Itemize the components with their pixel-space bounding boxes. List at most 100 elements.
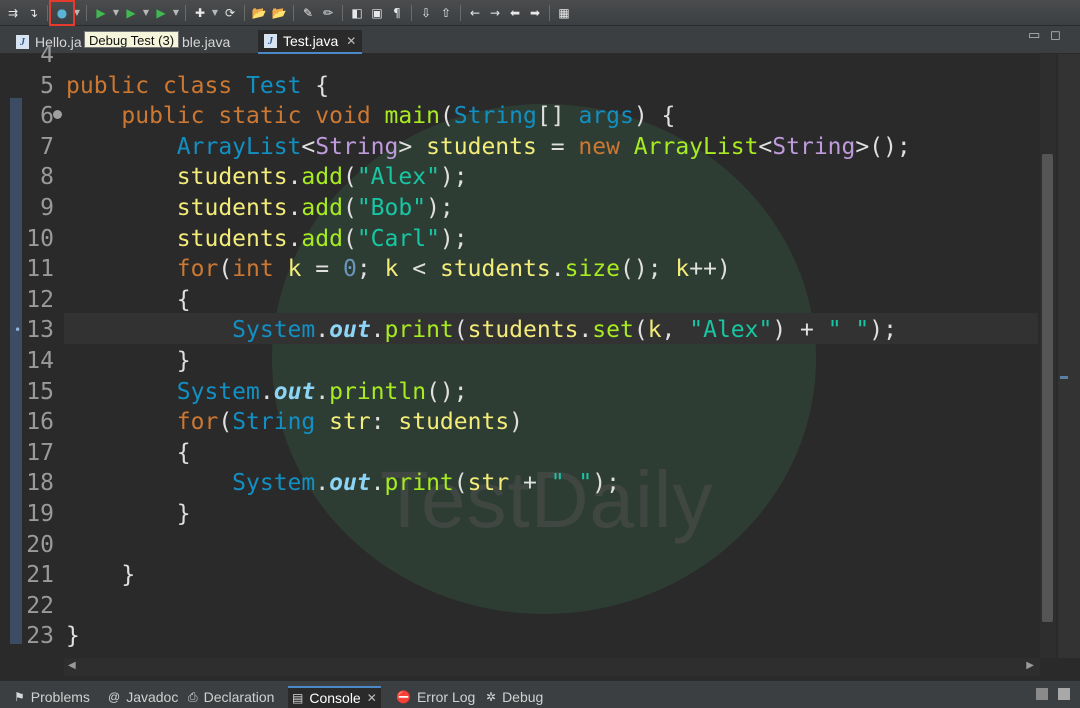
scrollbar-thumb[interactable]	[1042, 154, 1053, 622]
fold-icon[interactable]	[53, 110, 62, 120]
overview-ruler[interactable]	[1058, 54, 1080, 658]
code-text: public class Test {	[66, 71, 329, 101]
code-line[interactable]: 18 System.out.print(str + " ");	[0, 468, 1040, 498]
chevron-down-icon[interactable]: ▼	[142, 4, 150, 22]
declaration-icon: ⎙	[188, 689, 198, 704]
code-token: String	[232, 409, 316, 436]
code-token: students	[176, 164, 288, 191]
code-token: add	[301, 225, 343, 252]
vertical-scrollbar[interactable]	[1040, 54, 1056, 658]
code-line[interactable]: 22	[0, 591, 1040, 621]
coverage-icon[interactable]: ▶	[122, 4, 140, 22]
tab-debug[interactable]: ✲ Debug	[486, 686, 543, 708]
toggle-mark-icon[interactable]: ◧	[348, 4, 366, 22]
code-line[interactable]: 8 students.add("Alex");	[0, 162, 1040, 192]
show-whitespace-icon[interactable]: ¶	[388, 4, 406, 22]
code-line[interactable]: 12 {	[0, 285, 1040, 315]
step-icon[interactable]: ↴	[24, 4, 42, 22]
code-line[interactable]: 4	[0, 40, 1040, 70]
scroll-left-icon[interactable]: ◀	[68, 660, 76, 671]
scroll-right-icon[interactable]: ▶	[1026, 660, 1034, 671]
prev-annotation-icon[interactable]: ⇧	[437, 4, 455, 22]
forward-icon[interactable]: →	[486, 4, 504, 22]
code-line[interactable]: 6 public static void main(String[] args)…	[0, 101, 1040, 131]
code-editor[interactable]: TestDaily 4 5 public class Test {6 public …	[0, 42, 1080, 680]
code-line[interactable]: 11 for(int k = 0; k < students.size(); k…	[0, 254, 1040, 284]
last-edit-icon[interactable]: ⬅	[506, 4, 524, 22]
code-text: System.out.println();	[66, 377, 468, 407]
maximize-icon[interactable]: ◻	[1050, 28, 1061, 43]
run-icon[interactable]: ▶	[92, 4, 110, 22]
code-line[interactable]: 10 students.add("Carl");	[0, 224, 1040, 254]
toolbar-separator	[342, 4, 343, 21]
tab-label: Javadoc	[126, 689, 179, 705]
tab-error-log[interactable]: ⛔ Error Log	[396, 686, 475, 708]
tab-console[interactable]: ▤ Console ✕	[288, 686, 381, 708]
back-icon[interactable]: ←	[466, 4, 484, 22]
code-line[interactable]: 23}	[0, 621, 1040, 651]
debug-icon[interactable]: ●	[49, 0, 75, 26]
code-text: }	[66, 499, 191, 529]
code-line[interactable]: 21 }	[0, 560, 1040, 590]
horizontal-scrollbar[interactable]: ◀ ▶	[64, 658, 1040, 676]
line-number: 4	[40, 42, 54, 68]
tab-label: Error Log	[416, 689, 476, 705]
code-token: (	[342, 195, 357, 221]
code-token: for	[176, 256, 219, 283]
code-token: String	[453, 103, 537, 130]
code-token: =	[536, 133, 579, 160]
nav-forward-icon[interactable]: ➡	[526, 4, 544, 22]
open-folder-icon[interactable]: 📂	[250, 4, 268, 22]
code-token: print	[384, 470, 454, 497]
code-token: students	[176, 195, 288, 221]
chevron-down-icon[interactable]: ▼	[211, 4, 219, 22]
overview-marker[interactable]	[1060, 376, 1068, 379]
tab-declaration[interactable]: ⎙ Declaration	[188, 686, 274, 708]
pen-icon[interactable]: ✎	[299, 4, 317, 22]
code-line[interactable]: 19 }	[0, 499, 1040, 529]
code-line[interactable]: 20	[0, 530, 1040, 560]
pin-editor-icon[interactable]: ▦	[555, 4, 573, 22]
block-selection-icon[interactable]: ▣	[368, 4, 386, 22]
debug-marker-icon[interactable]: •	[14, 315, 21, 345]
code-token: );	[592, 470, 620, 497]
annotation-icon[interactable]: ✏	[319, 4, 337, 22]
chevron-down-icon[interactable]: ▼	[73, 4, 81, 22]
tab-label: Console	[309, 690, 361, 706]
external-tools-icon[interactable]: ▶	[152, 4, 170, 22]
skip-breakpoints-icon[interactable]: ⇉	[4, 4, 22, 22]
chevron-down-icon[interactable]: ▼	[112, 4, 120, 22]
code-token: )	[509, 409, 524, 436]
code-line[interactable]: 16 for(String str: students)	[0, 407, 1040, 437]
tab-problems[interactable]: ⚑ Problems	[14, 686, 90, 708]
code-line[interactable]: 15 System.out.println();	[0, 377, 1040, 407]
code-line[interactable]: 14 }	[0, 346, 1040, 376]
code-token: );	[869, 317, 897, 344]
minimize-icon[interactable]	[1036, 688, 1048, 700]
open-task-icon[interactable]: 📂	[270, 4, 288, 22]
code-token: void	[315, 103, 371, 130]
code-line[interactable]: 9 students.add("Bob");	[0, 193, 1040, 223]
close-icon[interactable]: ✕	[367, 691, 377, 705]
code-token: .	[287, 164, 302, 191]
line-number: 20	[26, 531, 54, 558]
code-token: size	[564, 256, 620, 283]
new-class-icon[interactable]: ✚	[191, 4, 209, 22]
line-number: 9	[40, 195, 54, 221]
code-line[interactable]: 17 {	[0, 438, 1040, 468]
code-token: :	[370, 409, 399, 436]
code-line[interactable]: 13 • System.out.print(students.set(k, "Al…	[0, 315, 1040, 345]
refresh-icon[interactable]: ⟳	[221, 4, 239, 22]
maximize-icon[interactable]	[1058, 688, 1070, 700]
code-line[interactable]: 7 ArrayList<String> students = new Array…	[0, 132, 1040, 162]
code-token: println	[329, 378, 427, 405]
next-annotation-icon[interactable]: ⇩	[417, 4, 435, 22]
code-line[interactable]: 5 public class Test {	[0, 71, 1040, 101]
code-token: (	[453, 470, 468, 497]
tab-javadoc[interactable]: @ Javadoc	[108, 686, 178, 708]
chevron-down-icon[interactable]: ▼	[172, 4, 180, 22]
